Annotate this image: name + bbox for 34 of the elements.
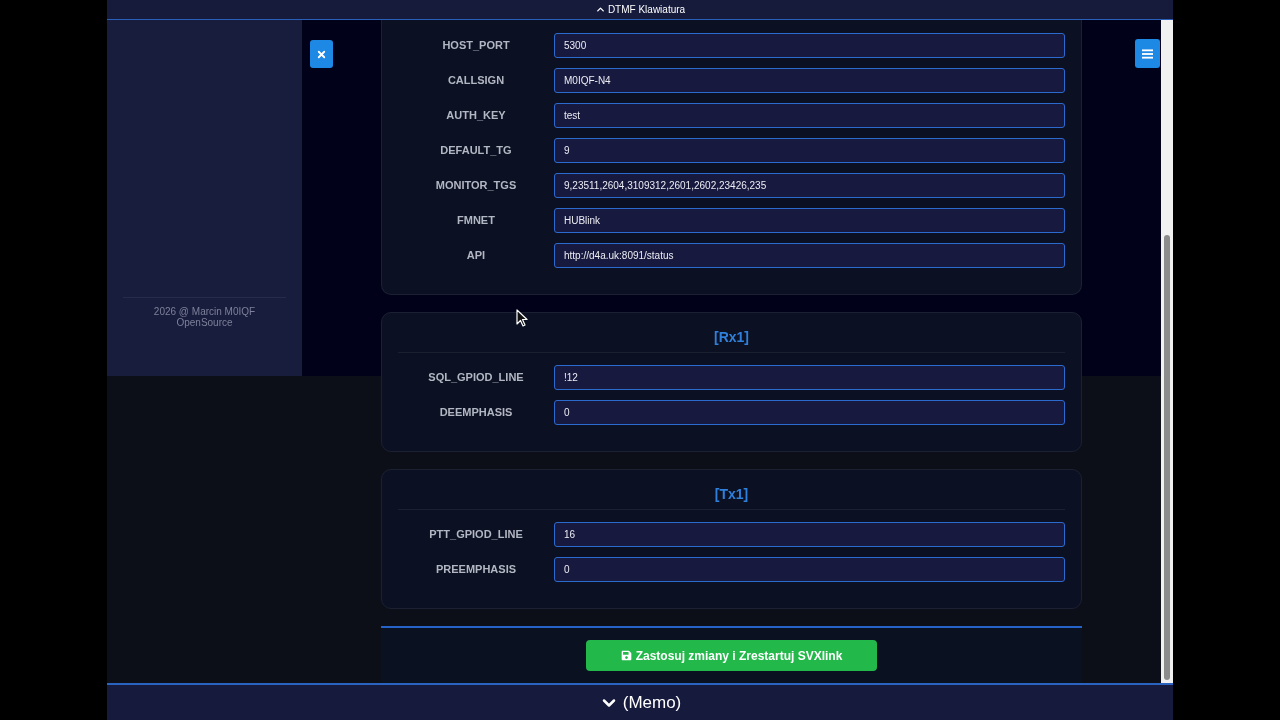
text-input[interactable]: HUBlink — [554, 208, 1065, 233]
chevron-up-icon — [594, 4, 606, 15]
text-input[interactable]: 16 — [554, 522, 1065, 547]
mouse-pointer-icon — [516, 309, 528, 327]
text-input[interactable]: 9,23511,2604,3109312,2601,2602,23426,235 — [554, 173, 1065, 198]
section-title: [Rx1] — [714, 328, 749, 347]
text-input[interactable]: http://d4a.uk:8091/status — [554, 243, 1065, 268]
field-label: PTT_GPIOD_LINE — [429, 527, 523, 543]
text-input[interactable]: 0 — [554, 400, 1065, 425]
field-label: CALLSIGN — [447, 73, 505, 89]
text-input[interactable]: test — [554, 103, 1065, 128]
text-input[interactable]: M0IQF-N4 — [554, 68, 1065, 93]
section-title: [Tx1] — [714, 485, 749, 504]
footer-text: 2026 @ Marcin M0IQF — [153, 306, 256, 317]
text-input[interactable]: 5300 — [554, 33, 1065, 58]
text-input[interactable]: 0 — [554, 557, 1065, 582]
footer-text: OpenSource — [176, 317, 233, 328]
text-input[interactable]: 9 — [554, 138, 1065, 163]
field-label: DEFAULT_TG — [440, 143, 512, 159]
close-icon — [316, 48, 327, 60]
field-label: MONITOR_TGS — [435, 178, 517, 194]
field-label: DEEMPHASIS — [439, 405, 513, 421]
field-label: API — [466, 248, 486, 264]
close-button[interactable] — [310, 40, 333, 68]
menu-icon — [1142, 48, 1153, 59]
dtmf-keyboard-toggle[interactable]: DTMF Klawiatura — [594, 4, 686, 15]
field-label: HOST_PORT — [442, 38, 510, 54]
menu-button[interactable] — [1135, 39, 1160, 68]
text-input[interactable]: !12 — [554, 365, 1065, 390]
field-label: SQL_GPIOD_LINE — [428, 370, 524, 386]
field-label: AUTH_KEY — [446, 108, 506, 124]
field-label: FMNET — [457, 213, 495, 229]
memo-toggle[interactable]: (Memo) — [598, 692, 682, 713]
field-label: PREEMPHASIS — [435, 562, 517, 578]
